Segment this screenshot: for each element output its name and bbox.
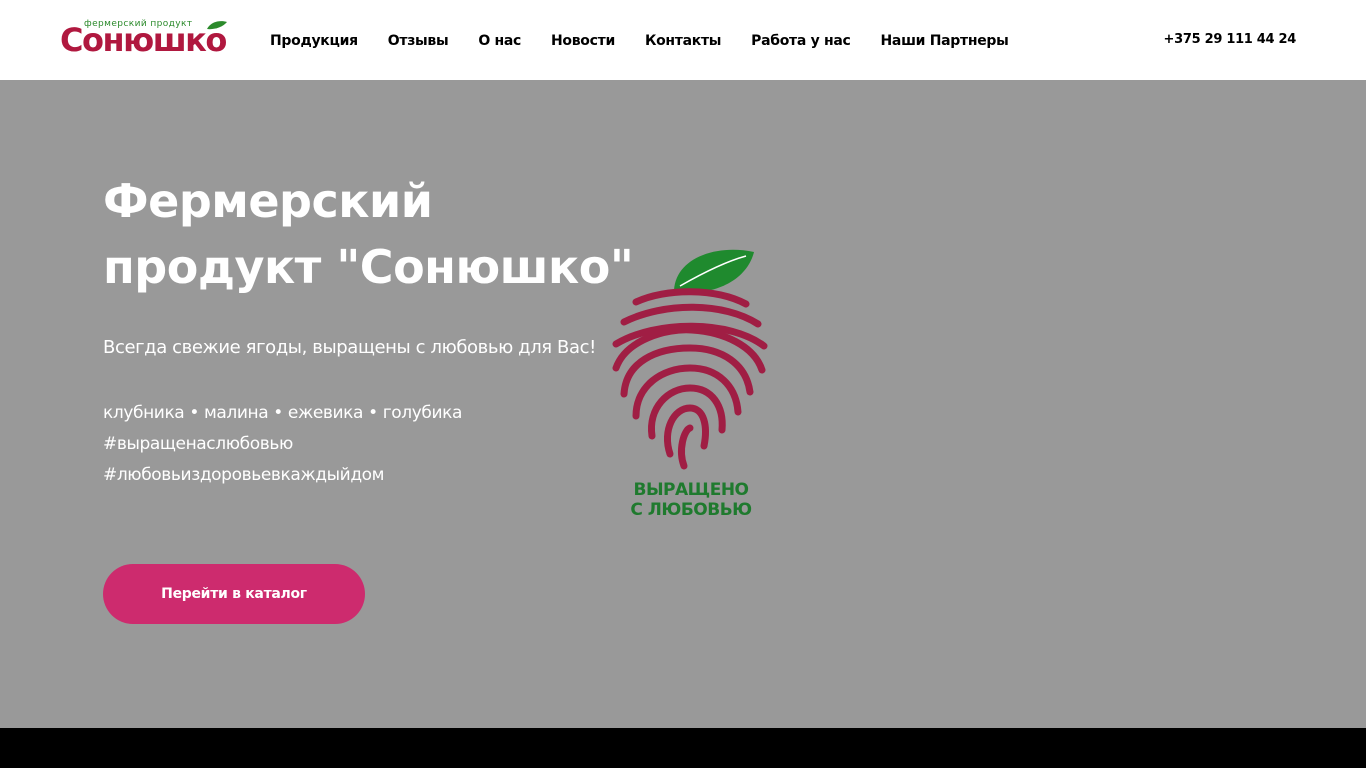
berry-list: клубника • малина • ежевика • голубика — [103, 403, 462, 423]
main-nav: Продукция Отзывы О нас Новости Контакты … — [270, 30, 1009, 52]
badge-caption: ВЫРАЩЕНО С ЛЮБОВЬЮ — [596, 480, 786, 520]
logo-name: Сонюшко — [60, 21, 227, 59]
nav-item-contacts[interactable]: Контакты — [645, 30, 721, 52]
hashtag-grown-with-love: #выращенаслюбовью — [103, 434, 293, 454]
catalog-button[interactable]: Перейти в каталог — [103, 564, 365, 624]
hero-tags: клубника • малина • ежевика • голубика #… — [103, 398, 462, 491]
nav-item-reviews[interactable]: Отзывы — [388, 30, 449, 52]
phone-link[interactable]: +375 29 111 44 24 — [1164, 30, 1297, 50]
nav-item-news[interactable]: Новости — [551, 30, 615, 52]
site-header: фермерский продукт Сонюшко Продукция Отз… — [0, 0, 1366, 80]
nav-item-careers[interactable]: Работа у нас — [751, 30, 851, 52]
badge-line-2: С ЛЮБОВЬЮ — [630, 500, 752, 520]
site-logo[interactable]: фермерский продукт Сонюшко — [60, 18, 230, 60]
footer-bar — [0, 728, 1366, 768]
grown-with-love-badge: ВЫРАЩЕНО С ЛЮБОВЬЮ — [596, 240, 786, 530]
hero-section: Фермерский продукт "Сонюшко" Всегда свеж… — [0, 80, 1366, 728]
hero-subtitle: Всегда свежие ягоды, выращены с любовью … — [103, 337, 596, 358]
nav-item-products[interactable]: Продукция — [270, 30, 358, 52]
nav-item-about[interactable]: О нас — [478, 30, 521, 52]
hero-title: Фермерский продукт "Сонюшко" — [103, 174, 634, 294]
leaf-icon — [207, 21, 227, 30]
badge-line-1: ВЫРАЩЕНО — [633, 480, 749, 500]
berry-fingerprint-icon — [612, 249, 768, 470]
nav-item-partners[interactable]: Наши Партнеры — [881, 30, 1009, 52]
hashtag-love-and-health: #любовьиздоровьевкаждыйдом — [103, 465, 385, 485]
